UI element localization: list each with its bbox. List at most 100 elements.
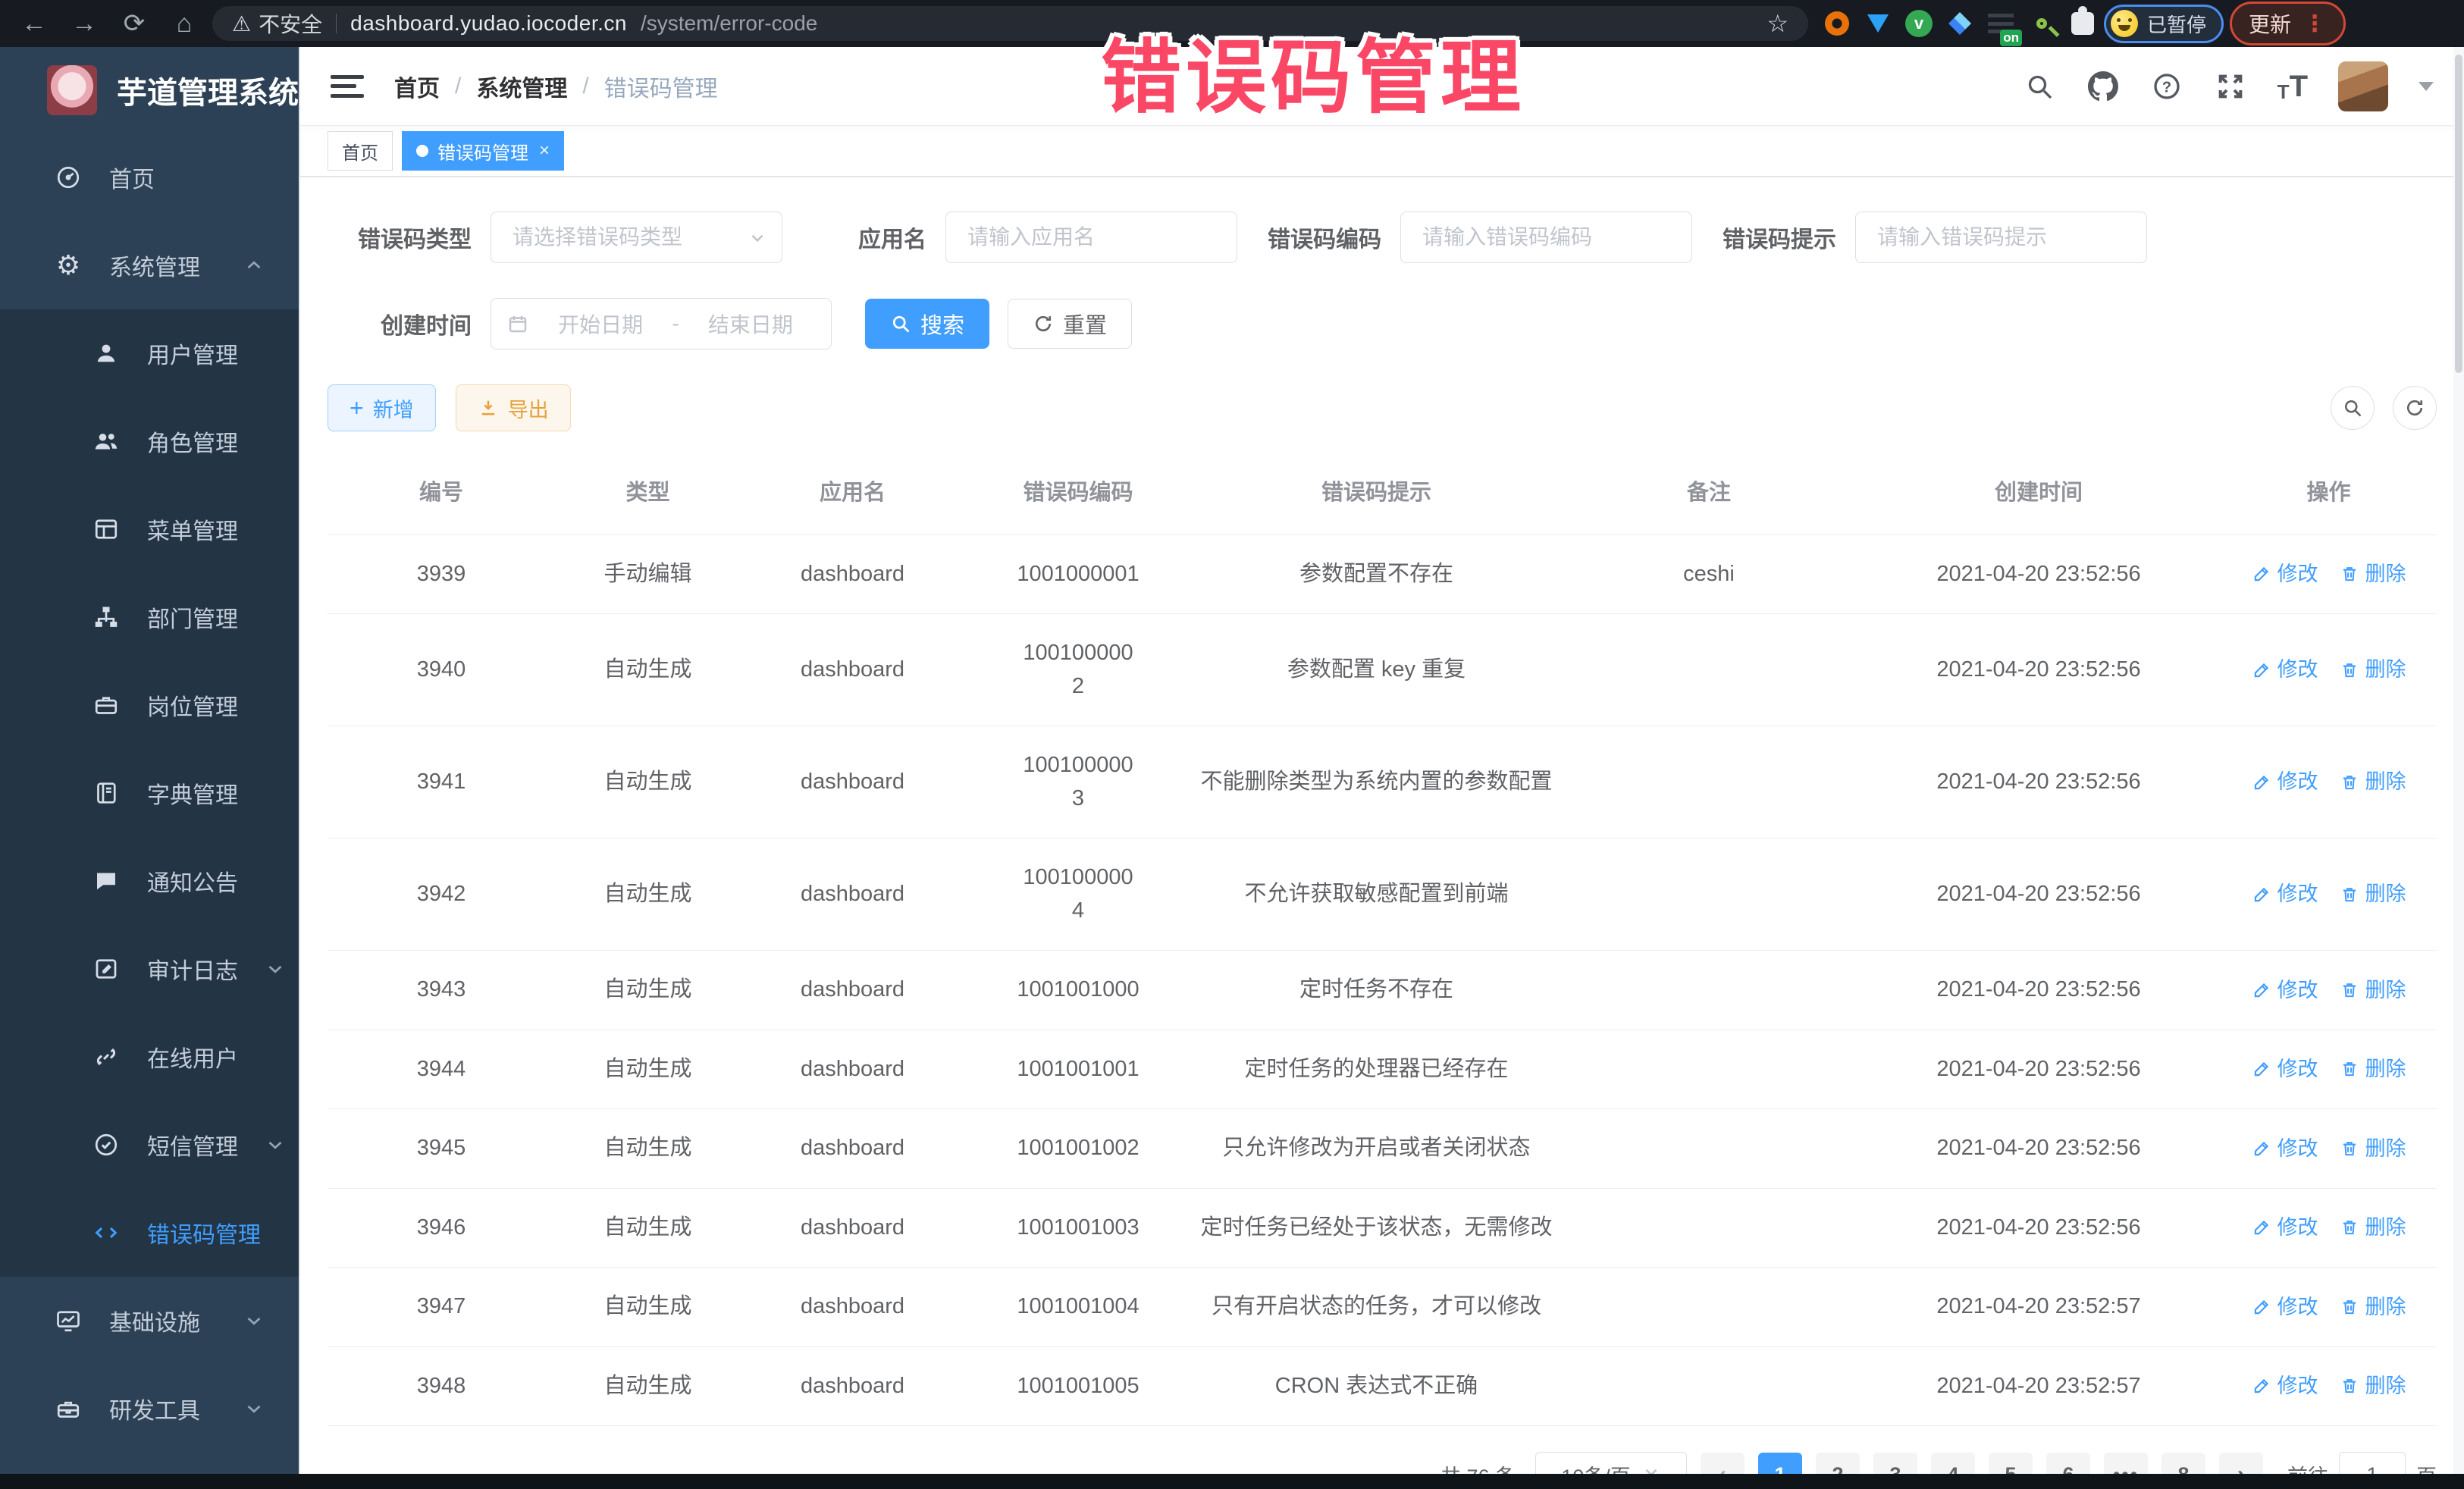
edit-row-button[interactable]: 修改: [2252, 879, 2318, 910]
page-button-6[interactable]: 6: [2046, 1453, 2090, 1474]
end-date-placeholder[interactable]: 结束日期: [685, 309, 816, 339]
add-button[interactable]: + 新增: [328, 384, 436, 431]
delete-row-button[interactable]: 删除: [2340, 1292, 2406, 1323]
sidebar-item-system[interactable]: ⚙系统管理: [0, 221, 299, 309]
delete-row-button[interactable]: 删除: [2340, 1371, 2406, 1402]
profile-paused-badge[interactable]: 已暂停: [2104, 5, 2224, 43]
delete-row-button[interactable]: 删除: [2340, 1212, 2406, 1243]
reset-button[interactable]: 重置: [1008, 299, 1132, 349]
security-warning[interactable]: ⚠ 不安全: [232, 8, 322, 39]
page-button-4[interactable]: 4: [1931, 1453, 1975, 1474]
sidebar-item-dict[interactable]: 字典管理: [0, 749, 299, 837]
sidebar-item-infra[interactable]: 基础设施: [0, 1277, 299, 1365]
font-size-icon[interactable]: TT: [2277, 71, 2308, 102]
page-size-select[interactable]: 10条/页: [1535, 1452, 1687, 1474]
sidebar-item-post[interactable]: 岗位管理: [0, 661, 299, 749]
prev-page-button[interactable]: ‹: [1701, 1453, 1745, 1474]
extension-puzzle-icon[interactable]: [2067, 8, 2098, 39]
delete-row-button[interactable]: 删除: [2340, 1054, 2406, 1085]
edit-row-button[interactable]: 修改: [2252, 559, 2318, 590]
page-button-2[interactable]: 2: [1816, 1453, 1860, 1474]
logo-row[interactable]: 芋道管理系统: [0, 47, 299, 133]
extension-grid-icon[interactable]: [1945, 8, 1975, 39]
delete-row-button[interactable]: 删除: [2340, 1133, 2406, 1165]
cell-created: 2021-04-20 23:52:57: [1857, 1268, 2221, 1346]
extension-key-icon[interactable]: [2027, 8, 2057, 39]
sidebar-item-sms[interactable]: 短信管理: [0, 1101, 299, 1189]
user-avatar[interactable]: [2338, 61, 2388, 111]
extension-green-icon[interactable]: v: [1904, 8, 1934, 39]
search-button[interactable]: 搜索: [865, 299, 989, 349]
goto-page-input[interactable]: [2339, 1452, 2406, 1474]
delete-row-button[interactable]: 删除: [2340, 559, 2406, 590]
page-button-5[interactable]: 5: [1989, 1453, 2033, 1474]
delete-row-button[interactable]: 删除: [2340, 975, 2406, 1006]
delete-row-button[interactable]: 删除: [2340, 654, 2406, 685]
sidebar-item-home[interactable]: 首页: [0, 133, 299, 221]
sidebar-item-dept[interactable]: 部门管理: [0, 573, 299, 661]
sidebar-item-menu[interactable]: 菜单管理: [0, 485, 299, 573]
filter-label: 错误码提示: [1692, 221, 1855, 254]
extension-list-icon[interactable]: on: [1986, 8, 2016, 39]
bookmark-star-icon[interactable]: ☆: [1766, 9, 1788, 38]
sidebar-item-dev-tools[interactable]: 研发工具: [0, 1365, 299, 1453]
start-date-placeholder[interactable]: 开始日期: [535, 309, 666, 339]
cell-app: dashboard: [741, 631, 964, 710]
toggle-search-button[interactable]: [2331, 386, 2375, 430]
forward-icon[interactable]: →: [62, 6, 106, 41]
next-page-button[interactable]: ›: [2219, 1453, 2263, 1474]
delete-row-button[interactable]: 删除: [2340, 879, 2406, 910]
page-ellipsis[interactable]: •••: [2104, 1453, 2148, 1474]
browser-menu-icon[interactable]: ⋮: [2303, 11, 2327, 37]
breadcrumb-system[interactable]: 系统管理: [476, 70, 567, 103]
back-icon[interactable]: ←: [12, 6, 56, 41]
edit-row-button[interactable]: 修改: [2252, 975, 2318, 1006]
edit-row-button[interactable]: 修改: [2252, 1212, 2318, 1243]
edit-row-button[interactable]: 修改: [2252, 1371, 2318, 1402]
edit-row-button[interactable]: 修改: [2252, 1054, 2318, 1085]
edit-row-button[interactable]: 修改: [2252, 766, 2318, 798]
error-message-input[interactable]: [1855, 212, 2147, 263]
tab-home[interactable]: 首页: [328, 131, 393, 171]
edit-icon: [2252, 1139, 2271, 1158]
cell-type: 自动生成: [555, 631, 741, 710]
sidebar-item-notice[interactable]: 通知公告: [0, 837, 299, 925]
avatar-caret-icon[interactable]: [2419, 82, 2434, 91]
edit-row-button[interactable]: 修改: [2252, 654, 2318, 685]
sidebar-item-online-user[interactable]: 在线用户: [0, 1013, 299, 1101]
page-button-1[interactable]: 1: [1758, 1453, 1802, 1474]
sidebar-item-user[interactable]: 用户管理: [0, 309, 299, 397]
extension-gem-icon[interactable]: [1863, 8, 1893, 39]
extension-orange-icon[interactable]: [1822, 8, 1852, 39]
search-icon[interactable]: [2023, 70, 2056, 103]
reload-icon[interactable]: ⟳: [112, 6, 156, 41]
refresh-table-button[interactable]: [2393, 386, 2437, 430]
fullscreen-icon[interactable]: [2214, 70, 2247, 103]
edit-row-button[interactable]: 修改: [2252, 1133, 2318, 1165]
scrollbar-track[interactable]: [2453, 47, 2464, 1474]
cell-created: 2021-04-20 23:52:56: [1857, 855, 2221, 934]
github-icon[interactable]: [2086, 70, 2120, 103]
tab-error-code[interactable]: 错误码管理 ×: [402, 131, 564, 171]
breadcrumb-home[interactable]: 首页: [394, 70, 440, 103]
scrollbar-thumb[interactable]: [2455, 55, 2462, 373]
message-icon: [91, 866, 121, 896]
page-button-3[interactable]: 3: [1873, 1453, 1917, 1474]
update-button[interactable]: 更新 ⋮: [2230, 2, 2346, 45]
sidebar-item-error-code[interactable]: 错误码管理: [0, 1189, 299, 1277]
app-name-input[interactable]: [945, 212, 1237, 263]
page-button-8[interactable]: 8: [2161, 1453, 2205, 1474]
error-code-input[interactable]: [1400, 212, 1692, 263]
edit-row-button[interactable]: 修改: [2252, 1292, 2318, 1323]
sidebar-item-audit-log[interactable]: 审计日志: [0, 925, 299, 1013]
close-tab-icon[interactable]: ×: [539, 140, 550, 161]
export-button[interactable]: 导出: [456, 384, 571, 431]
address-bar[interactable]: ⚠ 不安全 dashboard.yudao.iocoder.cn/system/…: [212, 6, 1808, 41]
date-range-picker[interactable]: 开始日期 - 结束日期: [491, 298, 832, 350]
error-type-select[interactable]: [491, 212, 782, 263]
delete-row-button[interactable]: 删除: [2340, 766, 2406, 798]
hamburger-icon[interactable]: [331, 72, 364, 101]
help-icon[interactable]: ?: [2150, 70, 2183, 103]
home-icon[interactable]: ⌂: [162, 6, 206, 41]
sidebar-item-role[interactable]: 角色管理: [0, 397, 299, 485]
